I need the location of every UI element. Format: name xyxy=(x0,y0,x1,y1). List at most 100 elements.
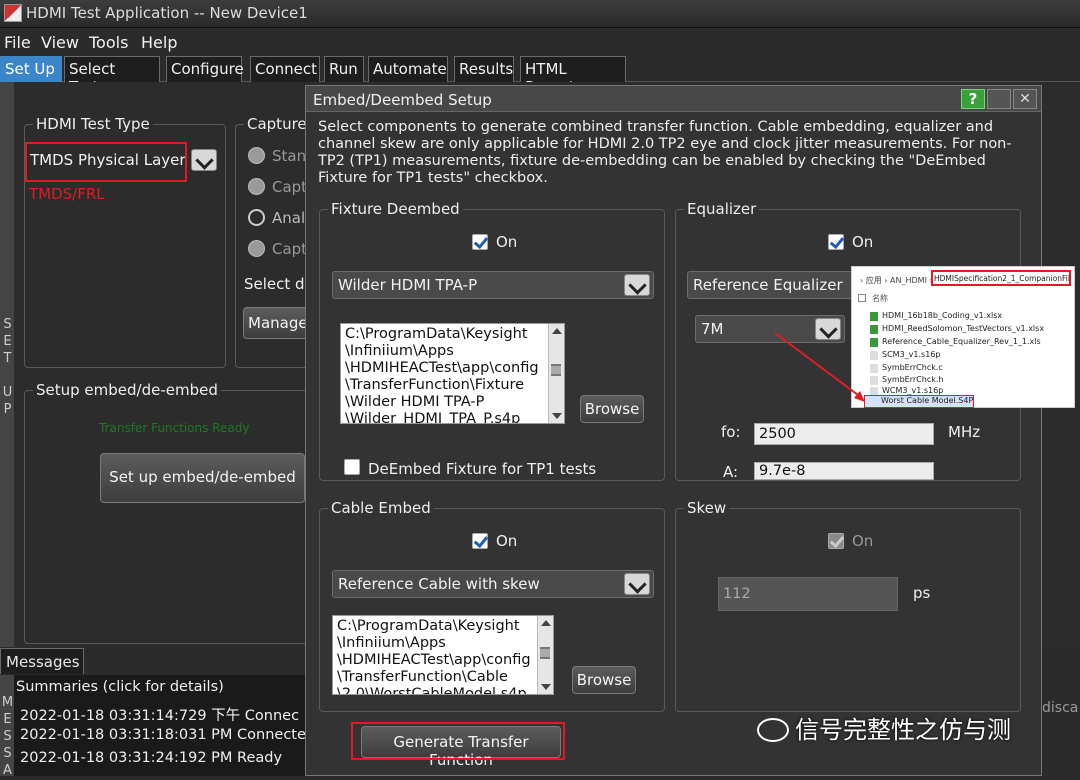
capture-radio-2[interactable] xyxy=(248,178,265,195)
equalizer-on-checkbox[interactable] xyxy=(828,234,844,250)
cable-model-combo[interactable]: Reference Cable with skew xyxy=(332,570,654,598)
path-line: \HDMIHEACTest\app\config xyxy=(337,652,531,668)
fixture-model-combo[interactable]: Wilder HDMI TPA-P xyxy=(332,271,654,299)
messages-tab[interactable]: Messages xyxy=(0,648,84,674)
select-all-checkbox[interactable] xyxy=(858,294,866,302)
file-row[interactable]: HDMI_16b18b_Coding_v1.xlsx xyxy=(870,311,1002,321)
path-line: \TransferFunction\Fixture xyxy=(345,377,525,393)
capture-option-1: Stan xyxy=(272,147,307,165)
tp1-deembed-checkbox[interactable] xyxy=(344,459,360,475)
message-row[interactable]: 2022-01-18 03:31:18:031 PM Connecte xyxy=(20,727,306,743)
skew-input[interactable]: 112 xyxy=(718,577,898,611)
capture-radio-3[interactable] xyxy=(248,209,265,226)
tp1-deembed-label: DeEmbed Fixture for TP1 tests xyxy=(368,460,597,478)
file-name: HDMI_ReedSolomon_TestVectors_v1.xlsx xyxy=(882,324,1045,333)
excel-file-icon xyxy=(870,325,878,334)
capture-radio-1[interactable] xyxy=(248,147,265,164)
wechat-icon xyxy=(757,718,789,742)
capture-option-4: Capt xyxy=(272,240,308,258)
messages-side-label: MESSA xyxy=(0,675,15,780)
file-row[interactable]: SCM3_v1.s16p xyxy=(870,350,940,360)
fo-input[interactable]: 2500 xyxy=(754,423,934,445)
tab-automate[interactable]: Automate xyxy=(368,56,448,82)
watermark: 信号完整性之仿与测 xyxy=(757,710,1011,745)
fixture-path-box[interactable]: C:\ProgramData\Keysight \Infiniium\Apps … xyxy=(340,323,565,424)
skew-unit: ps xyxy=(913,584,931,602)
cable-on-label: On xyxy=(496,532,518,550)
menu-help[interactable]: Help xyxy=(141,33,177,52)
setup-vertical-text: SET UP xyxy=(0,317,15,419)
tab-html-report[interactable]: HTML Report xyxy=(520,56,626,96)
fo-label: fo: xyxy=(721,423,741,441)
menu-file[interactable]: File xyxy=(4,33,31,52)
scrollbar[interactable] xyxy=(537,616,553,694)
equalizer-type-combo[interactable]: Reference Equalizer xyxy=(687,271,857,299)
message-row[interactable]: 2022-01-18 03:31:24:192 PM Ready xyxy=(20,750,282,766)
skew-on-checkbox[interactable] xyxy=(828,533,844,549)
file-name: SymbErrChck.h xyxy=(882,375,944,384)
capture-group: Capture Stan Capt Anal Capt Select d Man… xyxy=(235,115,318,368)
fixture-on-checkbox[interactable] xyxy=(472,234,488,250)
file-row[interactable]: Reference_Cable_Equalizer_Rev_1_1.xls xyxy=(870,337,1041,347)
chevron-down-icon[interactable] xyxy=(191,149,217,171)
file-icon xyxy=(870,364,878,373)
tab-results[interactable]: Results xyxy=(454,56,514,82)
a-input[interactable]: 9.7e-8 xyxy=(754,462,934,480)
breadcrumb-part: AN_HDMI xyxy=(890,276,927,285)
skew-title: Skew xyxy=(684,499,730,517)
file-icon xyxy=(870,351,878,360)
capture-title: Capture xyxy=(244,115,310,133)
path-line: \Wilder HDMI TPA-P xyxy=(345,394,485,410)
tab-configure[interactable]: Configure xyxy=(166,56,244,82)
scrollbar[interactable] xyxy=(548,324,564,423)
tab-select-tests[interactable]: Select Tests xyxy=(64,56,160,96)
chevron-down-icon[interactable] xyxy=(624,274,650,296)
path-line: \Infiniium\Apps xyxy=(337,635,446,651)
file-row[interactable]: WCM3_v1.s16p xyxy=(870,386,943,396)
dialog-titlebar: Embed/Deembed Setup ? ✕ xyxy=(306,86,1041,112)
path-line: \TransferFunction\Cable xyxy=(337,669,508,685)
tab-setup[interactable]: Set Up xyxy=(0,56,62,82)
minimize-icon[interactable] xyxy=(987,89,1011,109)
worst-cable-file-highlight[interactable]: Worst Cable Model.S4P xyxy=(864,395,974,408)
file-name: Reference_Cable_Equalizer_Rev_1_1.xls xyxy=(882,337,1041,346)
menu-view[interactable]: View xyxy=(41,33,79,52)
fixture-browse-button[interactable]: Browse xyxy=(580,395,644,423)
watermark-text: 信号完整性之仿与测 xyxy=(795,716,1011,744)
fixture-deembed-group: Fixture Deembed On Wilder HDMI TPA-P C:\… xyxy=(319,200,665,481)
file-row[interactable]: HDMI_ReedSolomon_TestVectors_v1.xlsx xyxy=(870,324,1045,334)
hdmi-test-type-title: HDMI Test Type xyxy=(33,115,153,133)
file-row[interactable]: SymbErrChck.h xyxy=(870,375,944,385)
chevron-down-icon[interactable] xyxy=(624,573,650,595)
help-icon[interactable]: ? xyxy=(961,89,985,109)
equalizer-on-label: On xyxy=(852,233,874,251)
main-tabbar: Set Up Select Tests Configure Connect Ru… xyxy=(0,54,1080,96)
cable-path-box[interactable]: C:\ProgramData\Keysight \Infiniium\Apps … xyxy=(332,615,554,695)
setup-embed-button[interactable]: Set up embed/de-embed xyxy=(100,453,305,503)
window-title: HDMI Test Application -- New Device1 xyxy=(26,4,308,22)
cable-title: Cable Embed xyxy=(328,499,434,517)
path-line: \HDMIHEACTest\app\config xyxy=(345,360,539,376)
fixture-on-label: On xyxy=(496,233,518,251)
generate-highlight xyxy=(351,722,565,760)
file-row[interactable]: SymbErrChck.c xyxy=(870,363,943,373)
path-line: \Wilder_HDMI_TPA_P.s4p xyxy=(345,411,521,424)
tab-run[interactable]: Run xyxy=(324,56,364,82)
cable-browse-button[interactable]: Browse xyxy=(572,666,636,694)
embed-title: Setup embed/de-embed xyxy=(33,381,221,399)
cable-model-value: Reference Cable with skew xyxy=(338,575,540,593)
menu-tools[interactable]: Tools xyxy=(89,33,128,52)
setup-side-label: SET UP xyxy=(0,82,15,647)
fo-unit: MHz xyxy=(948,423,981,441)
dialog-description: Select components to generate combined t… xyxy=(318,119,1012,186)
column-name-header: 名称 xyxy=(872,294,888,303)
select-device-label: Select d xyxy=(244,275,305,293)
capture-option-2: Capt xyxy=(272,178,308,196)
capture-radio-4[interactable] xyxy=(248,240,265,257)
equalizer-preset-value: 7M xyxy=(701,320,724,338)
tab-connect[interactable]: Connect xyxy=(250,56,320,82)
cable-on-checkbox[interactable] xyxy=(472,533,488,549)
close-icon[interactable]: ✕ xyxy=(1013,89,1037,109)
message-row[interactable]: 2022-01-18 03:31:14:729 下午 Connec xyxy=(20,704,299,725)
messages-header[interactable]: Summaries (click for details) xyxy=(16,679,224,695)
